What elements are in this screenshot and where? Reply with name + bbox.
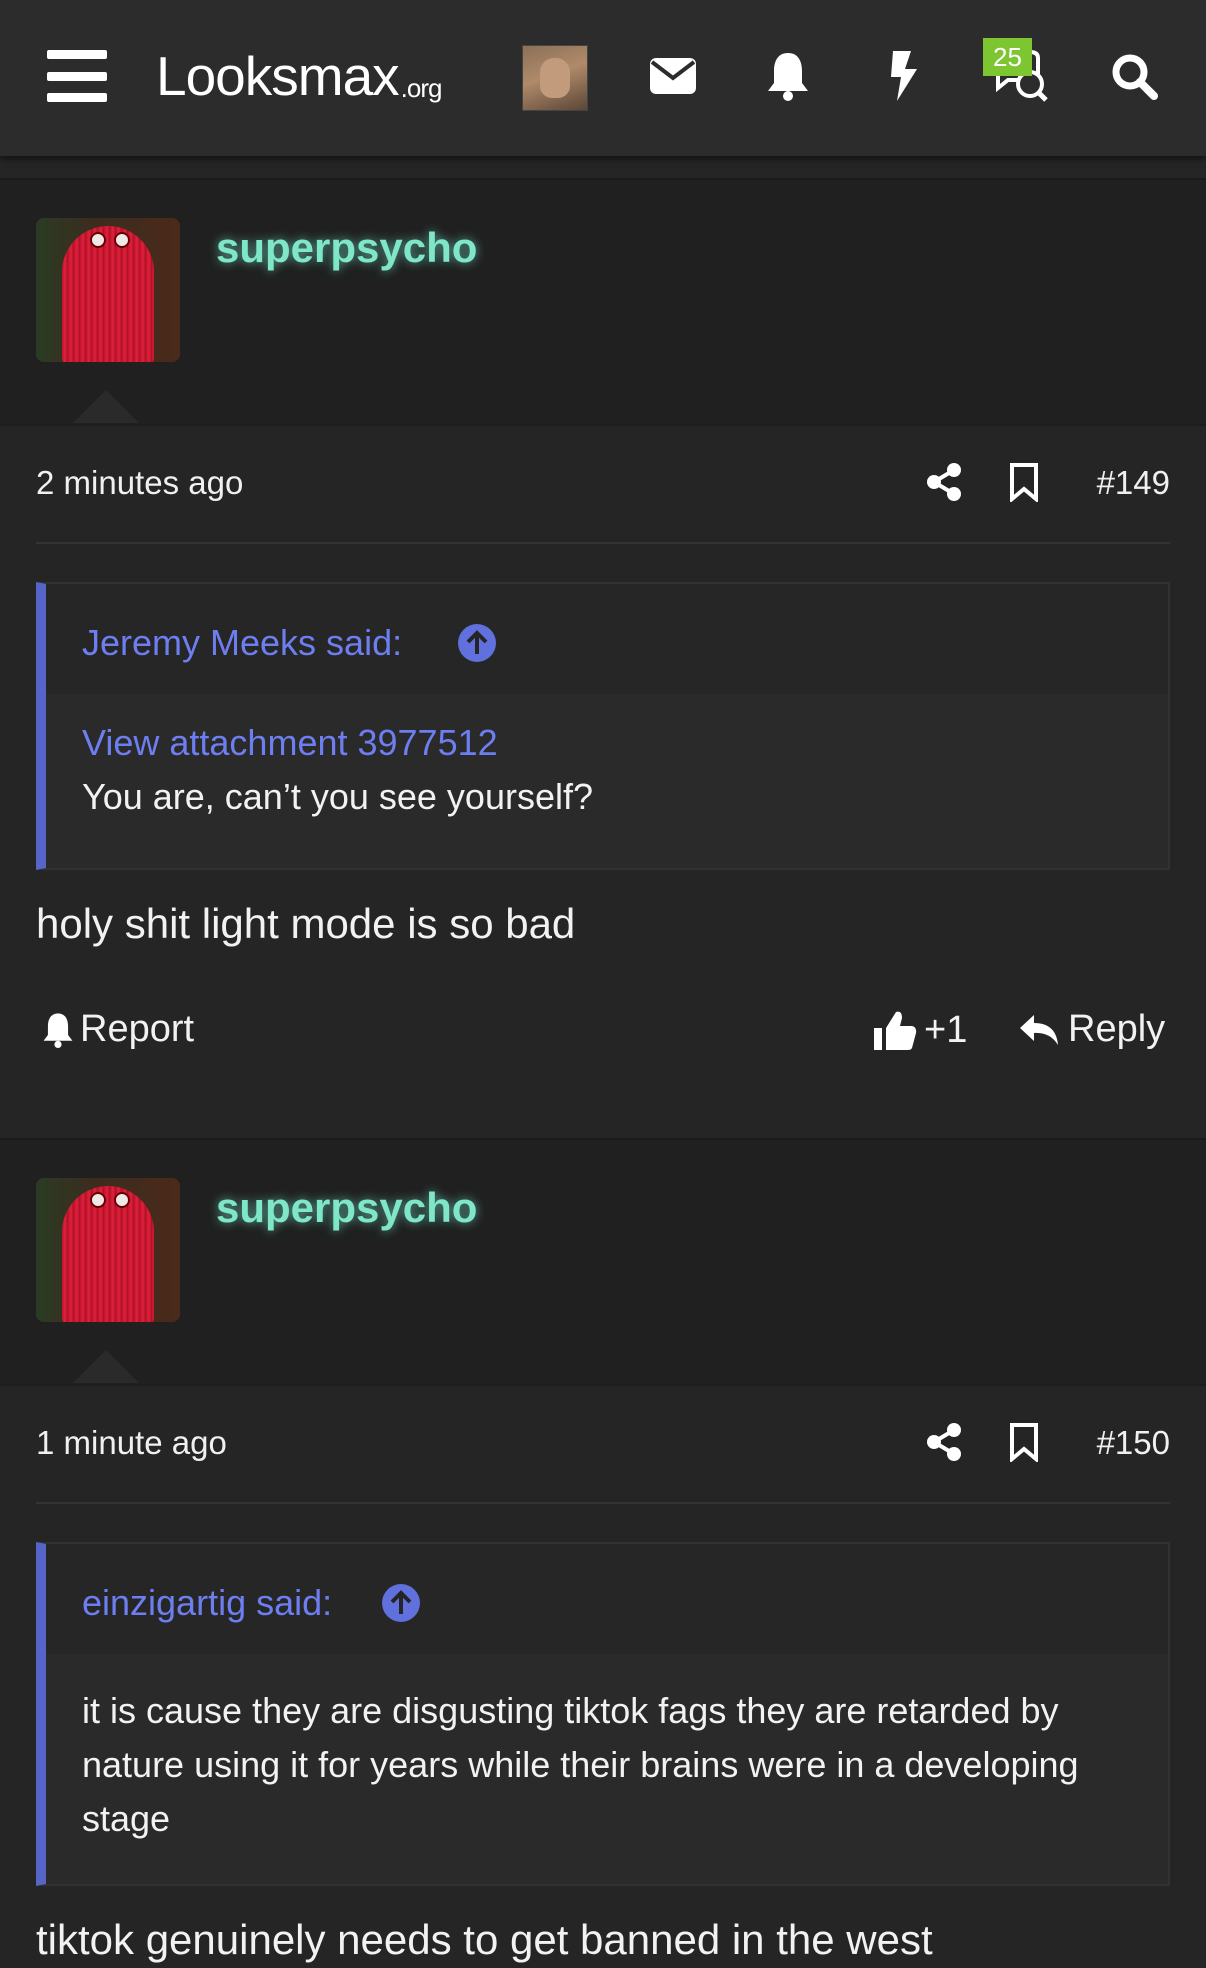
header-pointer <box>73 390 139 423</box>
bookmark-icon[interactable] <box>1008 462 1040 504</box>
thumbs-up-icon <box>874 1011 917 1050</box>
bell-icon <box>43 1012 73 1048</box>
username[interactable]: superpsycho <box>216 224 477 272</box>
post-user-header <box>0 1138 1206 1386</box>
bolt-icon[interactable] <box>880 48 928 104</box>
bell-icon[interactable] <box>764 50 812 102</box>
post-number[interactable]: #149 <box>1097 464 1170 502</box>
share-icon[interactable] <box>924 462 964 502</box>
post-timestamp[interactable]: 1 minute ago <box>36 1424 227 1462</box>
search-icon[interactable] <box>1108 50 1160 102</box>
conversations-badge: 25 <box>983 38 1032 76</box>
reply-label: Reply <box>1068 1008 1166 1050</box>
site-logo[interactable]: Looksmax .org <box>156 44 443 108</box>
share-icon[interactable] <box>924 1422 964 1462</box>
attachment-link[interactable]: View attachment 3977512 <box>82 716 1138 770</box>
user-avatar[interactable] <box>36 1178 180 1322</box>
bookmark-icon[interactable] <box>1008 1422 1040 1464</box>
arrow-up-icon[interactable] <box>458 624 496 662</box>
quote-block: einzigartig said: it is cause they are d… <box>36 1542 1170 1886</box>
reply-icon <box>1020 1014 1058 1045</box>
menu-icon[interactable] <box>47 50 107 102</box>
post-number[interactable]: #150 <box>1097 1424 1170 1462</box>
arrow-up-icon[interactable] <box>382 1584 420 1622</box>
post-actions: Report +1 Reply <box>36 1008 1170 1068</box>
logo-text: Looksmax <box>156 45 400 107</box>
post-user-header <box>0 178 1206 426</box>
quote-body: View attachment 3977512 You are, can’t y… <box>82 716 1138 824</box>
header-pointer <box>73 1350 139 1383</box>
reply-button[interactable]: Reply <box>1018 1008 1165 1051</box>
like-count: +1 <box>924 1008 968 1051</box>
like-button[interactable]: +1 <box>872 1008 967 1052</box>
quote-author[interactable]: einzigartig said: <box>82 1582 332 1624</box>
mail-icon[interactable] <box>648 52 698 100</box>
user-avatar[interactable] <box>36 218 180 362</box>
post-body: tiktok genuinely needs to get banned in … <box>36 1916 933 1963</box>
quote-header: einzigartig said: <box>46 1544 1168 1654</box>
top-navigation-bar: Looksmax .org 25 <box>0 0 1206 156</box>
logo-suffix: .org <box>400 72 443 103</box>
report-label: Report <box>80 1008 195 1050</box>
user-avatar[interactable] <box>522 45 588 111</box>
post-body: holy shit light mode is so bad <box>36 900 576 947</box>
post-meta: 1 minute ago #150 <box>36 1414 1170 1474</box>
divider <box>36 1502 1170 1504</box>
quote-body: it is cause they are disgusting tiktok f… <box>82 1690 1079 1839</box>
divider <box>36 542 1170 544</box>
quote-text: You are, can’t you see yourself? <box>82 776 593 817</box>
post-timestamp[interactable]: 2 minutes ago <box>36 464 243 502</box>
quote-header: Jeremy Meeks said: <box>46 584 1168 694</box>
post-meta: 2 minutes ago #149 <box>36 454 1170 514</box>
report-button[interactable]: Report <box>42 1008 194 1051</box>
username[interactable]: superpsycho <box>216 1184 477 1232</box>
quote-author[interactable]: Jeremy Meeks said: <box>82 622 402 664</box>
quote-block: Jeremy Meeks said: View attachment 39775… <box>36 582 1170 870</box>
